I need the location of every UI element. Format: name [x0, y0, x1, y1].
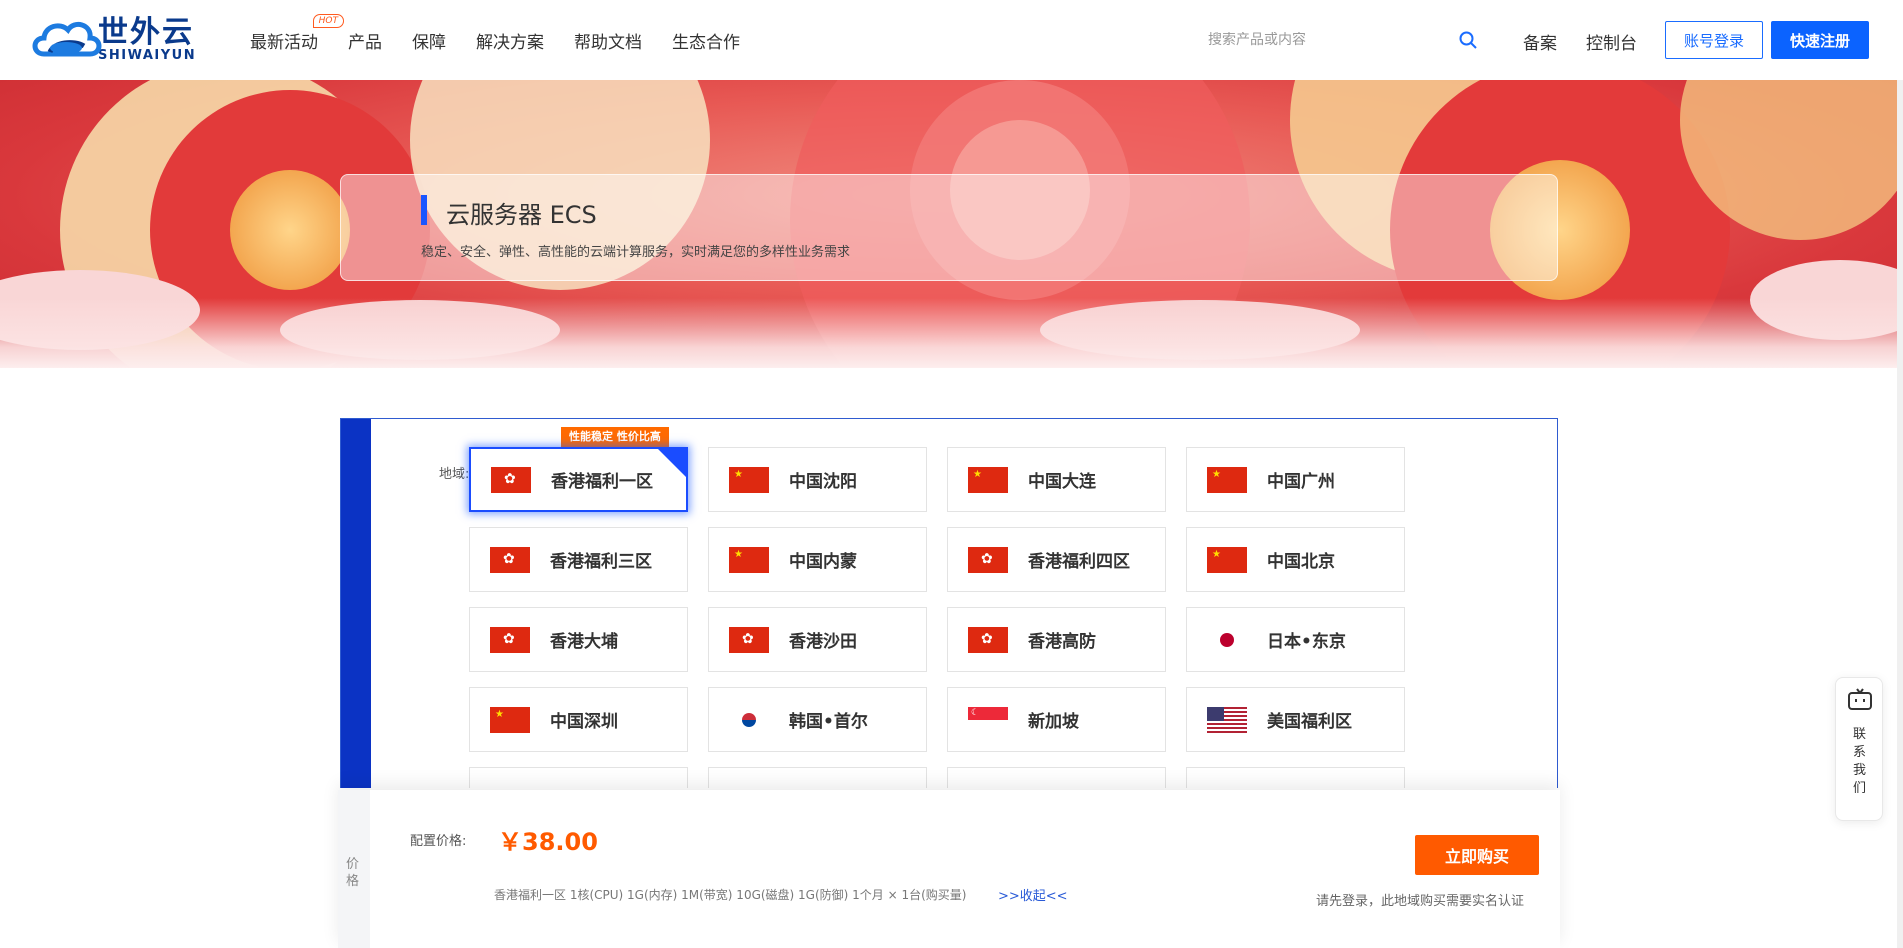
- login-note: 请先登录，此地域购买需要实名认证: [1316, 894, 1525, 909]
- console-link[interactable]: 控制台: [1586, 29, 1637, 54]
- region-name: 新加坡: [1028, 712, 1079, 732]
- region-name: 中国北京: [1267, 552, 1335, 572]
- region-name: 美国福利区: [1267, 712, 1352, 732]
- banner-fade: [0, 298, 1897, 368]
- cloud-logo-icon: [32, 21, 102, 57]
- region-tile[interactable]: [469, 767, 688, 788]
- region-tile[interactable]: 韩国•首尔: [708, 687, 927, 752]
- brand-name-en: SHIWAIYUN: [98, 48, 197, 63]
- region-tile[interactable]: ✿ 香港福利四区: [947, 527, 1166, 592]
- buy-now-button[interactable]: 立即购买: [1415, 835, 1539, 875]
- price-value: ￥38.00: [498, 828, 598, 856]
- flag-icon: [1207, 706, 1247, 733]
- flag-icon: ✿: [729, 626, 769, 653]
- price-bar: 价格 配置价格: ￥38.00 香港福利一区 1核(CPU) 1G(内存) 1M…: [338, 790, 1560, 948]
- login-button[interactable]: 账号登录: [1665, 21, 1763, 59]
- page-subtitle: 稳定、安全、弹性、高性能的云端计算服务，实时满足您的多样性业务需求: [421, 245, 851, 260]
- region-tile[interactable]: ✿ 香港福利三区: [469, 527, 688, 592]
- region-name: 韩国•首尔: [789, 712, 868, 732]
- robot-chat-icon: [1848, 688, 1872, 710]
- region-name: 日本•东京: [1267, 632, 1346, 652]
- nav-label: 最新活动: [250, 32, 318, 53]
- flag-icon: [1207, 626, 1247, 653]
- flag-icon: ✿: [491, 466, 531, 493]
- beian-link[interactable]: 备案: [1523, 29, 1557, 54]
- flag-icon: ★: [1207, 466, 1247, 493]
- nav-item-products[interactable]: 产品: [348, 28, 382, 53]
- flag-icon: [729, 706, 769, 733]
- region-name: 香港福利三区: [550, 552, 652, 572]
- contact-label: 联系我们: [1853, 727, 1867, 796]
- region-name: 香港沙田: [789, 632, 857, 652]
- region-tile[interactable]: 日本•东京: [1186, 607, 1405, 672]
- collapse-link[interactable]: >>收起<<: [998, 885, 1068, 904]
- register-button[interactable]: 快速注册: [1771, 21, 1869, 59]
- flag-icon: ★: [968, 466, 1008, 493]
- nav-item-docs[interactable]: 帮助文档: [574, 28, 642, 53]
- site-header: 世外云 SHIWAIYUN 最新活动 HOT 产品 保障 解决方案 帮助文档 生…: [0, 0, 1903, 80]
- region-name: 中国大连: [1028, 472, 1096, 492]
- region-name: 中国深圳: [550, 712, 618, 732]
- logo[interactable]: 世外云 SHIWAIYUN: [30, 14, 200, 66]
- page-title: 云服务器 ECS: [446, 201, 597, 229]
- hero-banner: 云服务器 ECS 稳定、安全、弹性、高性能的云端计算服务，实时满足您的多样性业务…: [0, 80, 1897, 368]
- region-tile[interactable]: ★ 中国内蒙: [708, 527, 927, 592]
- region-tile[interactable]: [708, 767, 927, 788]
- region-tile[interactable]: ✿ 香港福利一区: [469, 447, 688, 512]
- region-panel: 地域: 性能稳定 性价比高 ✿ 香港福利一区 ★ 中国沈阳 ★ 中国大连 ★ 中国广州 ✿ 香港福…: [340, 418, 1558, 788]
- search-box: [1208, 24, 1478, 56]
- flag-icon: ✿: [968, 546, 1008, 573]
- config-summary: 香港福利一区 1核(CPU) 1G(内存) 1M(带宽) 10G(磁盘) 1G(…: [494, 888, 967, 902]
- search-input[interactable]: [1208, 32, 1438, 48]
- flag-icon: ★: [1207, 546, 1247, 573]
- region-tile[interactable]: ✿ 香港高防: [947, 607, 1166, 672]
- panel-side-bar: [341, 419, 371, 788]
- price-side-label: 价格: [346, 857, 360, 889]
- region-tile[interactable]: ✿ 香港沙田: [708, 607, 927, 672]
- region-tile[interactable]: ★ 中国北京: [1186, 527, 1405, 592]
- nav-item-guarantee[interactable]: 保障: [412, 28, 446, 53]
- promo-badge: 性能稳定 性价比高: [561, 427, 669, 447]
- price-label: 配置价格:: [410, 834, 467, 849]
- page-scrollbar[interactable]: [1897, 80, 1903, 948]
- region-tile[interactable]: ★ 中国广州: [1186, 447, 1405, 512]
- nav-item-activities[interactable]: 最新活动 HOT: [250, 13, 344, 53]
- region-name: 中国广州: [1267, 472, 1335, 492]
- region-tile[interactable]: ★ 中国深圳: [469, 687, 688, 752]
- nav-item-solutions[interactable]: 解决方案: [476, 28, 544, 53]
- region-name: 香港高防: [1028, 632, 1096, 652]
- flag-icon: ★: [729, 546, 769, 573]
- contact-us-float[interactable]: 联系我们: [1835, 677, 1883, 821]
- search-icon[interactable]: [1458, 30, 1478, 50]
- flag-icon: ★: [490, 706, 530, 733]
- region-tile[interactable]: ★ 中国大连: [947, 447, 1166, 512]
- main-nav: 最新活动 HOT 产品 保障 解决方案 帮助文档 生态合作: [250, 0, 770, 80]
- region-name: 中国沈阳: [789, 472, 857, 492]
- region-tile[interactable]: ★ 中国沈阳: [708, 447, 927, 512]
- banner-card: 云服务器 ECS 稳定、安全、弹性、高性能的云端计算服务，实时满足您的多样性业务…: [340, 174, 1558, 281]
- hot-badge: HOT: [312, 13, 344, 28]
- region-name: 香港福利四区: [1028, 552, 1130, 572]
- flag-icon: ✿: [490, 626, 530, 653]
- region-tile[interactable]: 美国福利区: [1186, 687, 1405, 752]
- flag-icon: ✿: [490, 546, 530, 573]
- nav-item-ecosystem[interactable]: 生态合作: [672, 28, 740, 53]
- price-side: 价格: [338, 790, 370, 948]
- region-label: 地域:: [439, 467, 470, 482]
- region-tile[interactable]: ☾ 新加坡: [947, 687, 1166, 752]
- flag-icon: ✿: [968, 626, 1008, 653]
- title-accent-bar: [421, 195, 427, 225]
- selected-corner-icon: [658, 449, 686, 477]
- flag-icon: ★: [729, 466, 769, 493]
- region-tile[interactable]: [1186, 767, 1405, 788]
- region-name: 香港大埔: [550, 632, 618, 652]
- region-tile[interactable]: [947, 767, 1166, 788]
- region-name: 香港福利一区: [551, 472, 653, 492]
- region-name: 中国内蒙: [789, 552, 857, 572]
- brand-name: 世外云: [98, 15, 194, 50]
- flag-icon: ☾: [968, 706, 1008, 733]
- region-tile[interactable]: ✿ 香港大埔: [469, 607, 688, 672]
